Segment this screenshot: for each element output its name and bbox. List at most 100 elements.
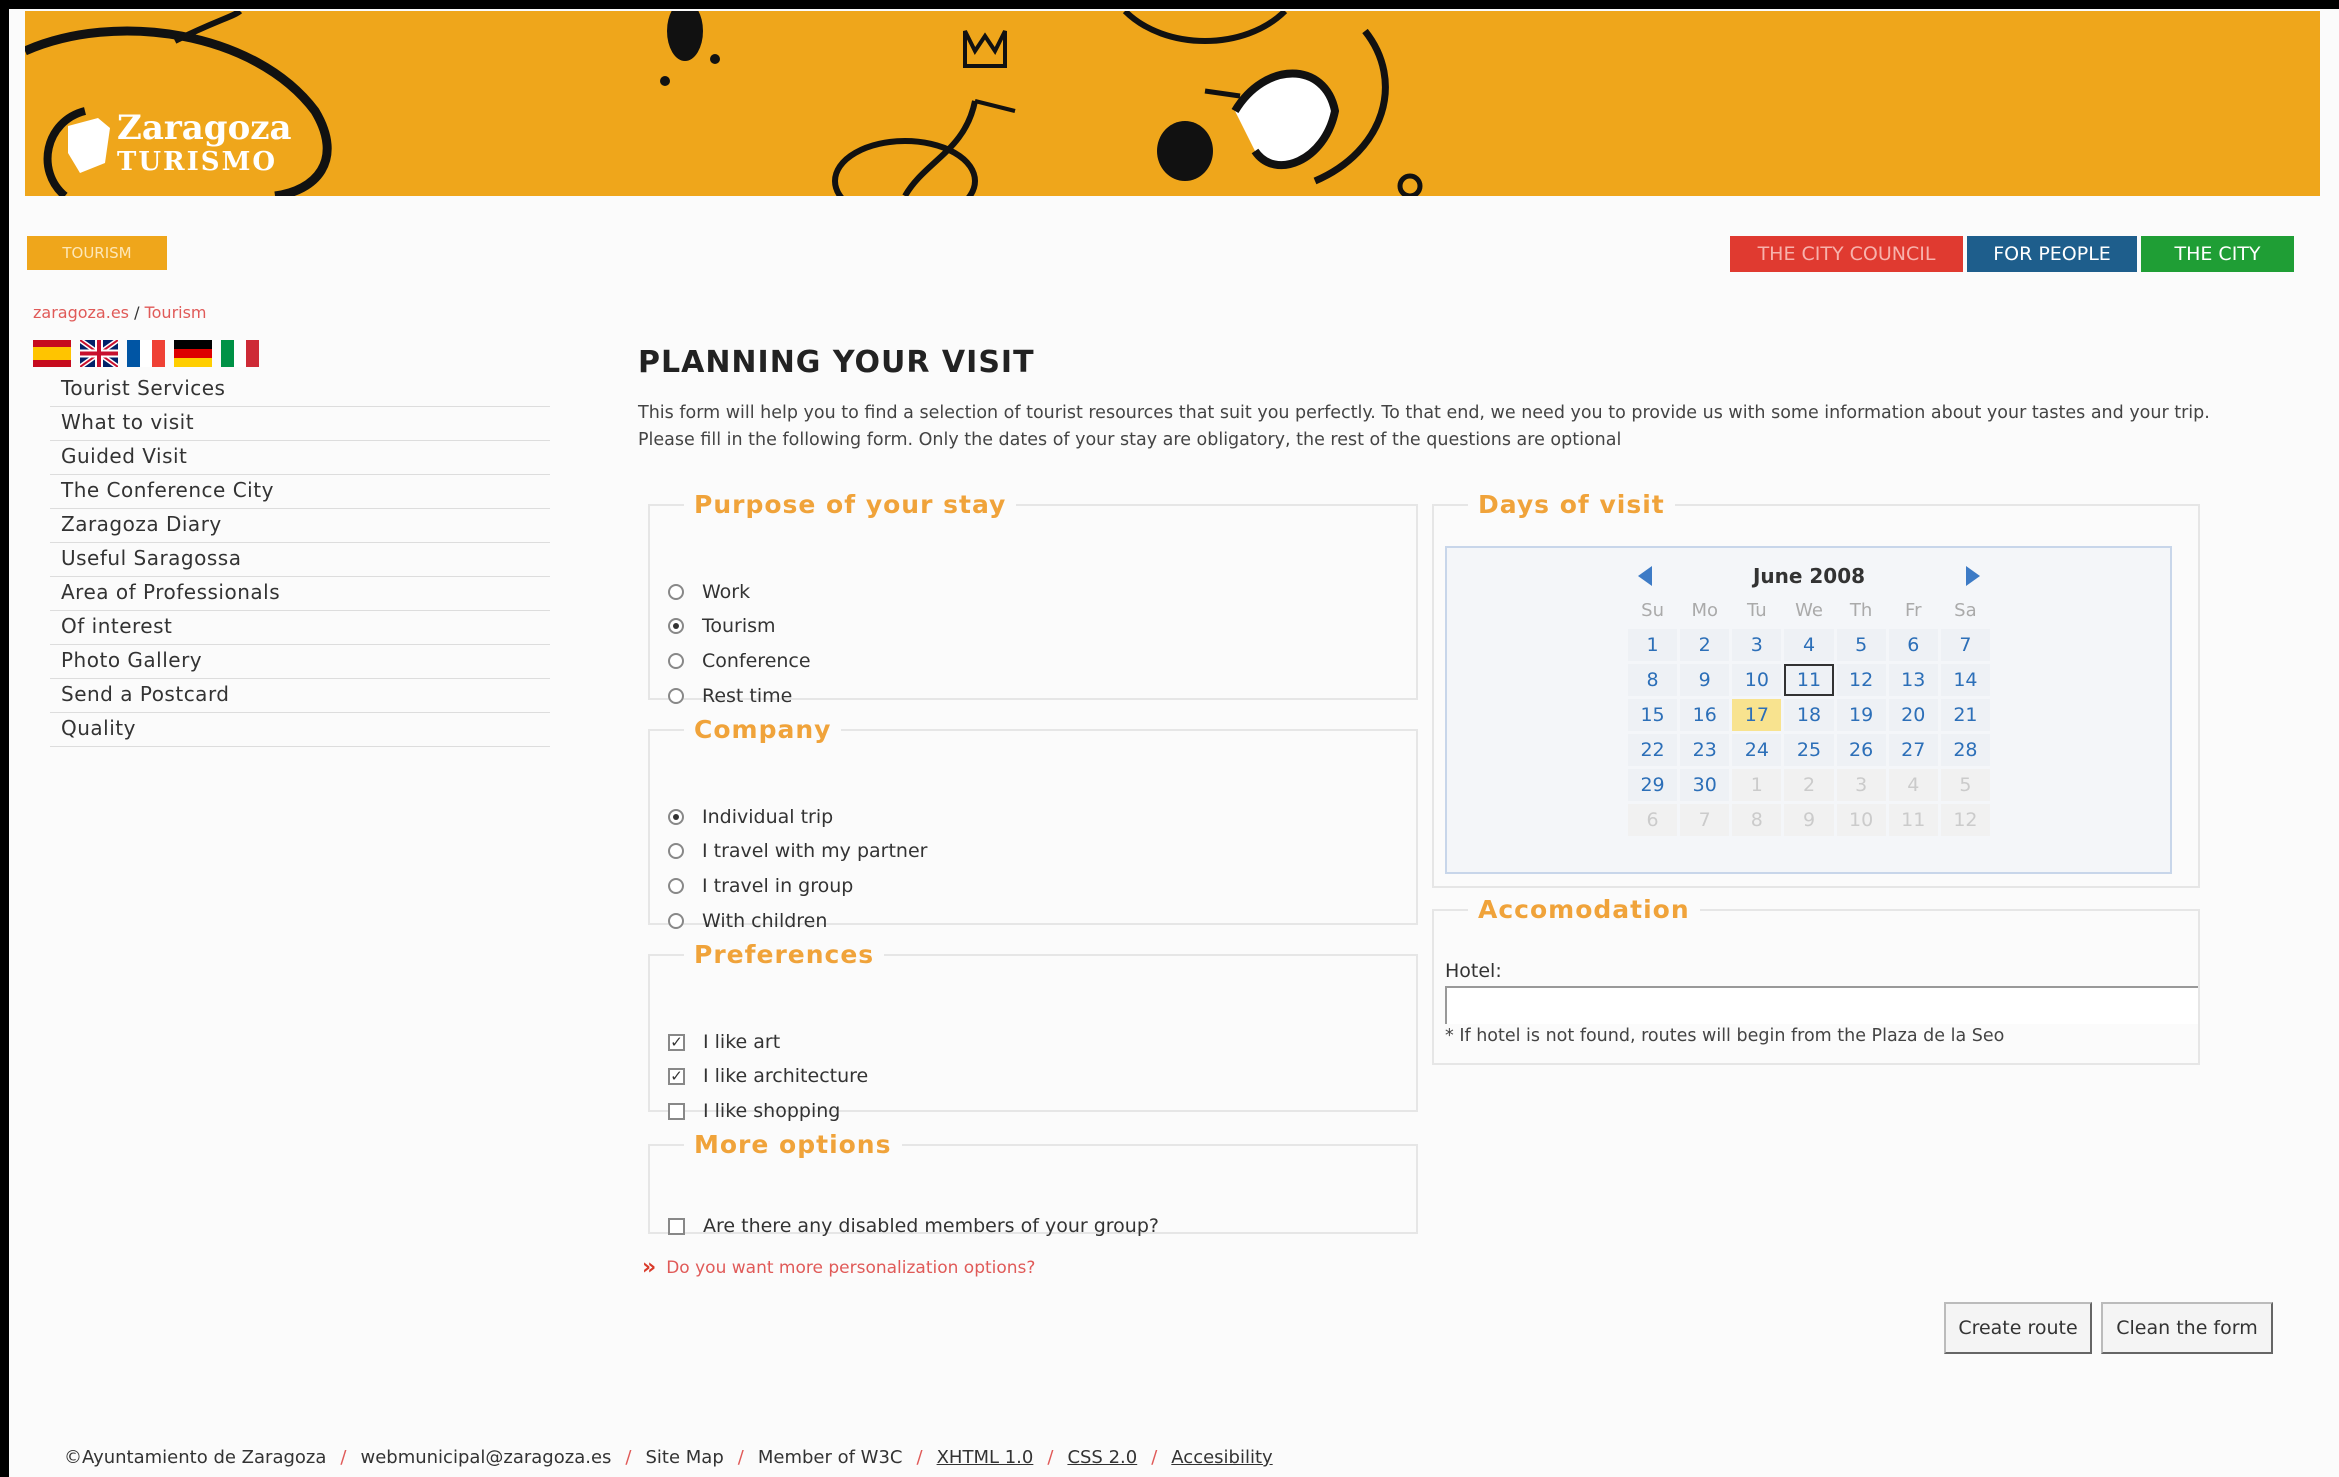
radio-button[interactable] [668, 618, 684, 634]
nav-for-people[interactable]: FOR PEOPLE [1967, 236, 2137, 272]
calendar-weekday: Sa [1954, 600, 1977, 621]
calendar-day[interactable]: 17 [1732, 699, 1782, 731]
sidebar-item-photo-gallery[interactable]: Photo Gallery [50, 645, 550, 679]
radio-button[interactable] [668, 584, 684, 600]
calendar-day[interactable]: 23 [1680, 734, 1730, 766]
calendar-day[interactable]: 11 [1784, 664, 1834, 696]
radio-button[interactable] [668, 688, 684, 704]
footer-css-link[interactable]: CSS 2.0 [1067, 1447, 1137, 1468]
footer-accessibility-link[interactable]: Accesibility [1171, 1447, 1272, 1468]
previous-month-icon[interactable] [1638, 566, 1652, 586]
footer-xhtml-link[interactable]: XHTML 1.0 [937, 1447, 1034, 1468]
calendar-day[interactable]: 9 [1680, 664, 1730, 696]
sidebar-item-of-interest[interactable]: Of interest [50, 611, 550, 645]
hotel-note: * If hotel is not found, routes will beg… [1445, 1026, 2005, 1046]
purpose-option-work[interactable]: Work [668, 581, 750, 603]
company-option-individual[interactable]: Individual trip [668, 806, 833, 828]
company-option-partner[interactable]: I travel with my partner [668, 840, 927, 862]
calendar-day[interactable]: 10 [1732, 664, 1782, 696]
next-month-icon[interactable] [1965, 566, 1980, 586]
flag-germany-icon[interactable] [174, 340, 212, 367]
calendar-day[interactable]: 16 [1680, 699, 1730, 731]
footer-sitemap-link[interactable]: Site Map [645, 1447, 723, 1468]
footer-separator: / [340, 1447, 347, 1468]
breadcrumb: zaragoza.es / Tourism [33, 303, 207, 322]
sidebar-item-what-to-visit[interactable]: What to visit [50, 407, 550, 441]
purpose-legend: Purpose of your stay [694, 490, 1007, 519]
radio-button[interactable] [668, 878, 684, 894]
calendar-day[interactable]: 22 [1628, 734, 1678, 766]
radio-button[interactable] [668, 913, 684, 929]
flag-spain-icon[interactable] [33, 340, 71, 367]
flag-uk-icon[interactable] [80, 340, 118, 367]
company-option-group[interactable]: I travel in group [668, 875, 853, 897]
checkbox[interactable] [668, 1217, 685, 1235]
preferences-fieldset: Preferences ✓ I like art ✓ I like architec… [648, 940, 1418, 1122]
clean-form-button[interactable]: Clean the form [2101, 1302, 2273, 1354]
breadcrumb-home[interactable]: zaragoza.es [33, 303, 129, 322]
calendar-day[interactable]: 30 [1680, 769, 1730, 801]
sidebar-item-quality[interactable]: Quality [50, 713, 550, 747]
breadcrumb-current[interactable]: Tourism [145, 303, 207, 322]
sidebar-item-guided-visit[interactable]: Guided Visit [50, 441, 550, 475]
nav-city-council[interactable]: THE CITY COUNCIL [1730, 236, 1963, 272]
calendar-day[interactable]: 3 [1732, 629, 1782, 661]
nav-the-city[interactable]: THE CITY [2141, 236, 2294, 272]
sidebar-item-area-of-professionals[interactable]: Area of Professionals [50, 577, 550, 611]
sidebar-item-useful-saragossa[interactable]: Useful Saragossa [50, 543, 550, 577]
create-route-button[interactable]: Create route [1944, 1302, 2092, 1354]
calendar-day[interactable]: 14 [1940, 664, 1990, 696]
calendar-day[interactable]: 13 [1888, 664, 1938, 696]
footer-separator: / [625, 1447, 632, 1468]
disabled-members-option[interactable]: Are there any disabled members of your g… [668, 1215, 1159, 1237]
calendar-day[interactable]: 18 [1784, 699, 1834, 731]
checkbox[interactable] [668, 1102, 685, 1120]
calendar-day-other-month: 7 [1680, 804, 1730, 836]
calendar-day[interactable]: 6 [1888, 629, 1938, 661]
calendar-day[interactable]: 24 [1732, 734, 1782, 766]
footer-email-link[interactable]: webmunicipal@zaragoza.es [360, 1447, 611, 1468]
calendar-day[interactable]: 29 [1628, 769, 1678, 801]
language-selector [33, 340, 260, 367]
calendar-day[interactable]: 2 [1680, 629, 1730, 661]
intro-text: This form will help you to find a select… [638, 403, 2210, 450]
calendar-weekday: Mo [1691, 600, 1718, 621]
pref-option-architecture[interactable]: ✓ I like architecture [668, 1065, 868, 1087]
purpose-option-conference[interactable]: Conference [668, 650, 811, 672]
calendar-day[interactable]: 5 [1836, 629, 1886, 661]
sidebar-item-send-postcard[interactable]: Send a Postcard [50, 679, 550, 713]
calendar-day[interactable]: 21 [1940, 699, 1990, 731]
calendar-day[interactable]: 26 [1836, 734, 1886, 766]
flag-france-icon[interactable] [127, 340, 166, 367]
checkbox[interactable]: ✓ [668, 1033, 685, 1051]
calendar-day[interactable]: 25 [1784, 734, 1834, 766]
sidebar-item-conference-city[interactable]: The Conference City [50, 475, 550, 509]
radio-button[interactable] [668, 809, 684, 825]
calendar-day[interactable]: 8 [1628, 664, 1678, 696]
pref-option-shopping[interactable]: I like shopping [668, 1100, 840, 1122]
flag-italy-icon[interactable] [221, 340, 260, 367]
company-option-children[interactable]: With children [668, 910, 827, 932]
more-personalization-link[interactable]: » Do you want more personalization optio… [642, 1255, 1035, 1280]
checkbox[interactable]: ✓ [668, 1067, 685, 1085]
calendar-day[interactable]: 1 [1628, 629, 1678, 661]
sidebar-item-zaragoza-diary[interactable]: Zaragoza Diary [50, 509, 550, 543]
calendar-day[interactable]: 19 [1836, 699, 1886, 731]
calendar-day[interactable]: 20 [1888, 699, 1938, 731]
tourism-button[interactable]: TOURISM [27, 236, 167, 270]
calendar-day[interactable]: 15 [1628, 699, 1678, 731]
sidebar-item-tourist-services[interactable]: Tourist Services [50, 373, 550, 407]
hotel-input[interactable] [1445, 986, 2198, 1024]
calendar-day[interactable]: 4 [1784, 629, 1834, 661]
calendar-day[interactable]: 27 [1888, 734, 1938, 766]
purpose-option-rest-time[interactable]: Rest time [668, 685, 792, 707]
calendar-day[interactable]: 28 [1940, 734, 1990, 766]
radio-button[interactable] [668, 843, 684, 859]
site-logo[interactable]: Zaragoza TURISMO [117, 111, 292, 175]
calendar-day[interactable]: 12 [1836, 664, 1886, 696]
calendar-day-other-month: 1 [1732, 769, 1782, 801]
pref-option-art[interactable]: ✓ I like art [668, 1031, 780, 1053]
purpose-option-tourism[interactable]: Tourism [668, 615, 776, 637]
radio-button[interactable] [668, 653, 684, 669]
calendar-day[interactable]: 7 [1940, 629, 1990, 661]
